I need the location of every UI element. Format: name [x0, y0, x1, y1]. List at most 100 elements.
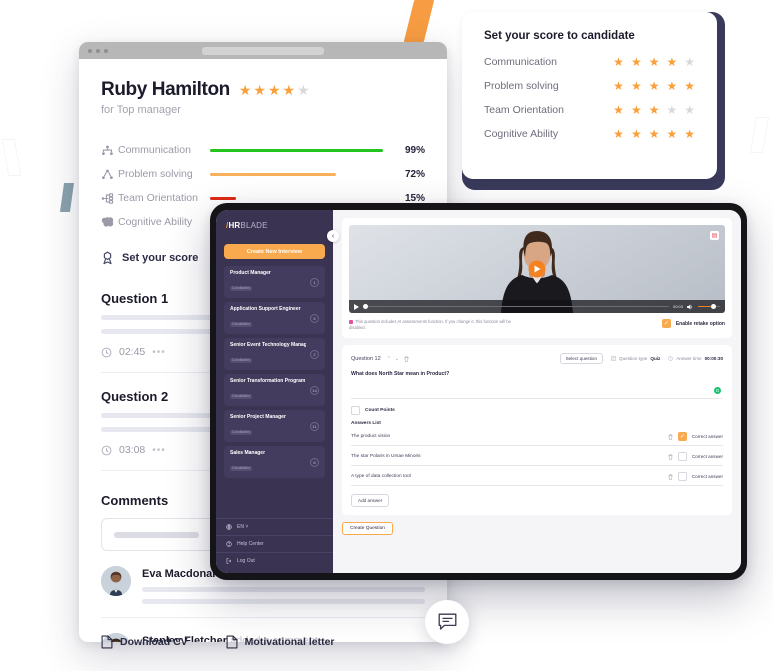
- video-progress-slider[interactable]: [363, 303, 669, 309]
- question-duration: 03:08: [119, 444, 146, 456]
- interview-video[interactable]: ▤ 00:03: [349, 225, 725, 313]
- window-controls[interactable]: [88, 48, 108, 53]
- question-reorder-arrows[interactable]: ⌃ ⌄: [387, 356, 399, 362]
- star-icon[interactable]: ★: [684, 104, 695, 116]
- play-button-icon[interactable]: [354, 303, 359, 310]
- trash-icon[interactable]: [668, 434, 673, 440]
- checkbox-checked-icon[interactable]: ✓: [661, 319, 671, 328]
- job-name: Product Manager: [230, 270, 271, 276]
- sidebar-item-help-center[interactable]: Help Center: [216, 535, 333, 552]
- star-icon[interactable]: ★: [666, 104, 677, 116]
- trash-icon[interactable]: [668, 454, 673, 460]
- star-icon[interactable]: ★: [649, 128, 660, 140]
- minimize-icon[interactable]: [96, 48, 100, 53]
- volume-slider[interactable]: [698, 303, 720, 309]
- star-icon[interactable]: ★: [631, 80, 642, 92]
- star-icon: ★: [282, 82, 296, 98]
- chevron-left-icon[interactable]: ‹: [327, 230, 339, 242]
- more-options-icon[interactable]: •••: [152, 347, 166, 358]
- report-footer-links: Download CV Motivational letter: [101, 635, 335, 649]
- chat-fab-button[interactable]: [425, 600, 469, 644]
- checkbox-unchecked-icon[interactable]: [351, 406, 360, 416]
- document-icon: [101, 635, 113, 649]
- answer-time-field[interactable]: Answer time 00:00:30: [668, 356, 723, 361]
- star-icon[interactable]: ★: [613, 56, 624, 68]
- job-text: Sales Manager Candidates: [230, 450, 306, 474]
- metric-label: Cognitive Ability: [118, 216, 193, 228]
- answer-text[interactable]: The star Polaris in Ursae Minoris: [351, 454, 668, 459]
- star-icon[interactable]: ★: [649, 104, 660, 116]
- answer-text[interactable]: The product vision: [351, 434, 668, 439]
- star-icon[interactable]: ★: [666, 56, 677, 68]
- create-new-interview-button[interactable]: Create New Interview: [224, 244, 325, 259]
- question-type-value: Quiz: [650, 356, 661, 362]
- job-list-item[interactable]: Senior Transformation Program Manager Ca…: [224, 374, 325, 406]
- question-editor-header: Question 12 ⌃ ⌄ Select question Question…: [351, 353, 723, 365]
- job-list-item[interactable]: Senior Project Manager Candidates 11: [224, 410, 325, 442]
- job-count-badge: 5: [310, 313, 319, 323]
- close-icon[interactable]: [88, 48, 92, 53]
- star-icon[interactable]: ★: [613, 80, 624, 92]
- record-icon[interactable]: ▤: [710, 231, 719, 240]
- trash-icon[interactable]: [404, 356, 409, 362]
- volume-icon[interactable]: [687, 303, 694, 310]
- score-row-stars[interactable]: ★ ★ ★ ★ ★: [613, 80, 695, 92]
- star-icon[interactable]: ★: [613, 104, 624, 116]
- video-progress-knob[interactable]: [363, 303, 368, 309]
- address-bar[interactable]: [202, 46, 324, 55]
- score-card-wrapper: Set your score to candidate Communicatio…: [462, 12, 725, 190]
- checkbox-unchecked-icon[interactable]: [677, 472, 687, 482]
- enable-retake-option[interactable]: ✓ Enable retake option: [661, 319, 725, 328]
- star-icon[interactable]: ★: [631, 104, 642, 116]
- maximize-icon[interactable]: [104, 48, 108, 53]
- more-options-icon[interactable]: •••: [152, 445, 166, 456]
- star-icon[interactable]: ★: [649, 80, 660, 92]
- job-list-item[interactable]: Sales Manager Candidates 8: [224, 446, 325, 478]
- play-icon[interactable]: [528, 260, 546, 278]
- star-icon[interactable]: ★: [684, 56, 695, 68]
- select-question-button[interactable]: Select question: [559, 353, 604, 365]
- job-sub: Candidates: [230, 393, 253, 399]
- question-text-editor[interactable]: G: [351, 377, 723, 400]
- score-row: Problem solving ★ ★ ★ ★ ★: [484, 80, 695, 92]
- chevron-down-icon[interactable]: ⌄: [395, 356, 399, 362]
- correct-answer-label: Correct answer: [691, 454, 723, 460]
- checkbox-unchecked-icon[interactable]: [677, 452, 687, 462]
- job-list-item[interactable]: Product Manager Candidates 1: [224, 266, 325, 298]
- trash-icon[interactable]: [668, 474, 673, 480]
- score-row-stars[interactable]: ★ ★ ★ ★ ★: [613, 104, 695, 116]
- job-sub: Candidates: [230, 285, 253, 291]
- score-row-label: Problem solving: [484, 80, 559, 92]
- job-list-item[interactable]: Senior Event Technology Manager Candidat…: [224, 338, 325, 370]
- score-row-stars[interactable]: ★ ★ ★ ★ ★: [613, 128, 695, 140]
- question-duration: 02:45: [119, 346, 146, 358]
- star-icon[interactable]: ★: [666, 128, 677, 140]
- count-points-row[interactable]: Count Points: [351, 406, 723, 416]
- star-icon[interactable]: ★: [631, 56, 642, 68]
- star-icon[interactable]: ★: [631, 128, 642, 140]
- chevron-up-icon[interactable]: ⌃: [387, 356, 391, 362]
- volume-knob[interactable]: [711, 303, 716, 309]
- video-card: ▤ 00:03 This question includes AI assess…: [342, 218, 732, 339]
- sidebar-item-language[interactable]: EN ˅: [216, 518, 333, 535]
- question-type-field[interactable]: Question type Quiz: [611, 356, 660, 361]
- star-icon[interactable]: ★: [684, 80, 695, 92]
- avatar: [101, 566, 131, 596]
- job-list-item[interactable]: Application Support Engineer Candidates …: [224, 302, 325, 334]
- motivational-letter-link[interactable]: Motivational letter: [226, 635, 335, 649]
- star-icon[interactable]: ★: [684, 128, 695, 140]
- download-cv-link[interactable]: Download CV: [101, 635, 188, 649]
- answer-text[interactable]: A type of data collection tool: [351, 474, 668, 479]
- checkbox-checked-icon[interactable]: ✓: [677, 432, 687, 442]
- star-icon[interactable]: ★: [613, 128, 624, 140]
- video-controls[interactable]: 00:03: [349, 300, 725, 313]
- sidebar-item-logout[interactable]: Log Out: [216, 552, 333, 569]
- grammar-check-icon[interactable]: G: [714, 387, 721, 395]
- score-row-stars[interactable]: ★ ★ ★ ★ ★: [613, 56, 695, 68]
- star-icon[interactable]: ★: [666, 80, 677, 92]
- help-icon: [226, 541, 232, 547]
- create-question-button[interactable]: Create Question: [342, 522, 393, 536]
- add-answer-button[interactable]: Add answer: [351, 494, 390, 508]
- star-icon[interactable]: ★: [649, 56, 660, 68]
- candidate-header: Ruby Hamilton ★ ★ ★ ★ ★: [101, 79, 425, 101]
